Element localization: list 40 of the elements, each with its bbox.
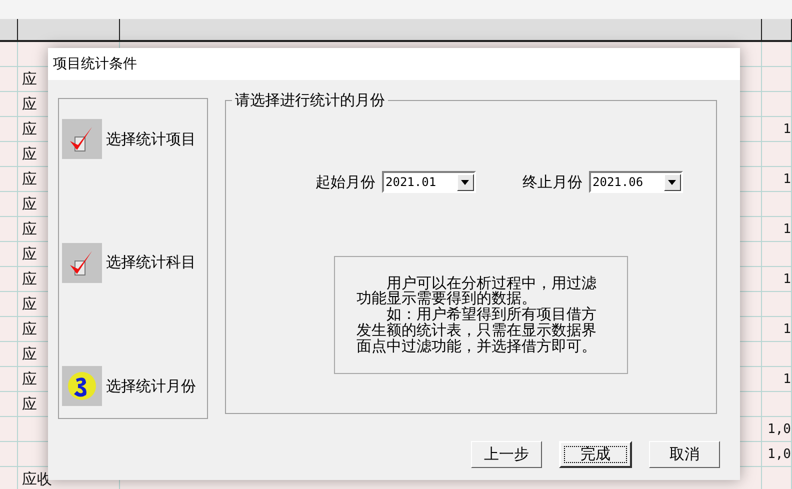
month-select[interactable]: 2021.06 (588, 171, 682, 193)
table-cell: 应 (22, 394, 37, 414)
month-select[interactable]: 2021.01 (382, 171, 476, 193)
table-cell: 1,0 (768, 446, 791, 462)
checkmark-icon (62, 119, 102, 159)
table-cell: 应 (22, 270, 37, 288)
table-cell: 应 (22, 220, 37, 238)
table-cell: 1 (783, 372, 791, 386)
dropdown-arrow-icon (461, 180, 469, 184)
table-cell: 应 (22, 294, 37, 314)
field-label: 终止月份 (522, 172, 582, 192)
step-label: 选择统计月份 (106, 376, 196, 396)
table-cell: 应 (22, 194, 37, 214)
group-title: 请选择进行统计的月份 (234, 91, 386, 110)
info-text: 用户可以在分析过程中，用过滤功能显示需要得到的数据。 (356, 276, 596, 308)
table-cell: 1,0 (768, 422, 791, 436)
table-cell: 1 (783, 172, 791, 186)
checkmark-icon (62, 242, 102, 282)
dropdown-arrow-icon (668, 180, 676, 184)
table-cell: 应 (22, 70, 37, 88)
dialog-button[interactable]: 上一步 (471, 441, 542, 468)
table-cell: 应 (22, 320, 37, 338)
table-cell: 1 (783, 222, 791, 236)
table-cell: 应 (22, 370, 37, 388)
dialog-title: 项目统计条件 (53, 55, 137, 73)
dialog-button[interactable]: 完成 (559, 441, 632, 468)
table-cell: 1 (783, 122, 791, 136)
table-cell: 应 (22, 244, 37, 264)
table-cell: 应 (22, 94, 37, 114)
table-cell: 应 (22, 144, 37, 164)
table-cell: 1 (783, 272, 791, 286)
step-label: 选择统计项目 (106, 130, 196, 148)
table-cell: 应 (22, 344, 37, 364)
table-cell: 应 (22, 170, 37, 188)
field-label: 起始月份 (316, 172, 376, 192)
table-cell: 1 (783, 322, 791, 336)
dialog-button[interactable]: 取消 (649, 441, 720, 468)
step-label: 选择统计科目 (106, 253, 196, 272)
table-cell: 应 (22, 120, 37, 138)
info-text: 如：用户希望得到所有项目借方发生额的统计表，只需在显示数据界面点中过滤功能，并选择借方即可。 (356, 307, 596, 354)
